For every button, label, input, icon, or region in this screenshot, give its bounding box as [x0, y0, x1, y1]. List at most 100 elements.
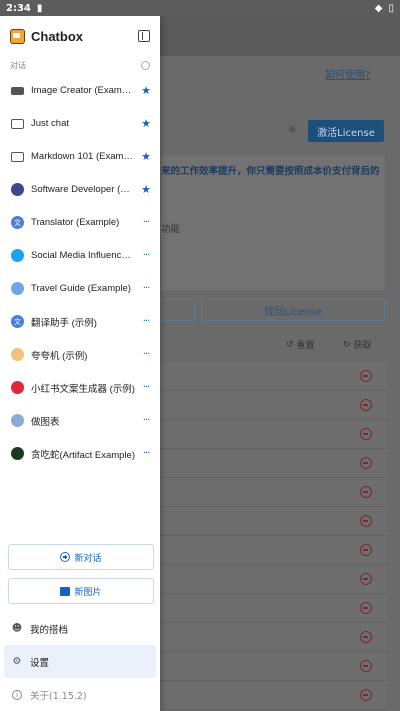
remove-icon: [360, 573, 372, 585]
conversation-label: Markdown 101 (Example): [31, 151, 136, 162]
menu-item-profile[interactable]: ☻ 我的搭档: [0, 612, 160, 645]
battery-icon: ▯: [388, 2, 394, 14]
more-options-icon[interactable]: ···: [140, 250, 152, 261]
more-options-icon[interactable]: ···: [140, 217, 152, 228]
fetch-label: 获取: [353, 341, 372, 351]
star-icon[interactable]: ★: [140, 84, 152, 97]
globe-icon: [11, 282, 24, 295]
image-icon: [60, 586, 71, 596]
remove-icon: [360, 457, 372, 469]
more-options-icon[interactable]: ···: [140, 349, 152, 360]
background-topbar: [160, 16, 400, 56]
background-row: [160, 420, 386, 449]
background-row: [160, 478, 386, 507]
conversation-label: 做图表: [31, 416, 60, 428]
activate-license-button: 激活License: [308, 120, 384, 142]
more-options-icon[interactable]: ···: [140, 316, 152, 327]
conversation-item[interactable]: 夸夸机 (示例) ···: [0, 338, 160, 371]
wifi-icon: ◆: [374, 2, 383, 14]
conversation-label: Image Creator (Example): [31, 85, 136, 96]
status-time: 2:34: [6, 2, 31, 14]
new-chat-label: 新对话: [74, 553, 102, 564]
conversation-item[interactable]: Markdown 101 (Example) ★: [0, 140, 160, 173]
conversation-item[interactable]: 文翻译助手 (示例) ···: [0, 305, 160, 338]
drawer-header: Chatbox: [0, 16, 160, 56]
remove-icon: [360, 602, 372, 614]
background-row: [160, 507, 386, 536]
chat-icon: [11, 118, 24, 129]
developer-avatar-icon: [11, 183, 24, 196]
clock-icon[interactable]: [141, 60, 150, 70]
remove-icon: [360, 689, 372, 701]
background-row: [160, 623, 386, 652]
background-row: [160, 362, 386, 391]
menu-item-settings[interactable]: ⚙ 设置: [4, 645, 156, 678]
remove-icon: [360, 399, 372, 411]
help-link: 如何使用?: [325, 70, 371, 81]
conversation-item[interactable]: Travel Guide (Example) ···: [0, 272, 160, 305]
section-label: 对话: [10, 60, 26, 70]
retrieve-license-button: 找回License: [201, 299, 385, 321]
status-bar: 2:34 ▮ ◆ ▯: [0, 0, 400, 16]
remove-icon: [360, 515, 372, 527]
remove-icon: [360, 370, 372, 382]
conversation-label: 小红书文案生成器 (示例): [31, 383, 135, 395]
background-row: [160, 681, 386, 710]
conversation-item[interactable]: 文 Translator (Example) ···: [0, 206, 160, 239]
app-title: Chatbox: [31, 28, 83, 44]
background-row: [160, 391, 386, 420]
chat-icon: [11, 151, 24, 162]
reset-label: 重置: [296, 341, 315, 351]
section-header: 对话: [0, 56, 160, 74]
conversation-label: Software Developer (Example): [31, 184, 136, 195]
conversation-item[interactable]: 做图表 ···: [0, 404, 160, 437]
notice-text: 来的工作效率提升，你只需要按照成本价支付背后的: [161, 166, 380, 177]
robot-icon: ☻: [11, 623, 23, 634]
conversation-item[interactable]: Image Creator (Example) ★: [0, 74, 160, 107]
more-options-icon[interactable]: ···: [140, 448, 152, 459]
translator-icon: 文: [11, 315, 24, 328]
collapse-sidebar-icon[interactable]: [138, 30, 150, 42]
conversation-label: Travel Guide (Example): [31, 283, 131, 294]
conversation-item[interactable]: Software Developer (Example) ★: [0, 173, 160, 206]
notice-text-2: 功能: [161, 224, 181, 235]
menu-profile-label: 我的搭档: [30, 624, 69, 636]
remove-icon: [360, 486, 372, 498]
conversation-label: 贪吃蛇(Artifact Example): [31, 449, 135, 461]
background-scrollbar: [386, 154, 400, 711]
star-icon[interactable]: ★: [140, 117, 152, 130]
star-icon[interactable]: ★: [140, 183, 152, 196]
chatbox-logo-icon: [10, 28, 25, 44]
background-row: [160, 565, 386, 594]
background-row: [160, 652, 386, 681]
remove-icon: [360, 631, 372, 643]
remove-icon: [360, 660, 372, 672]
new-chat-button[interactable]: 新对话: [8, 544, 154, 570]
more-options-icon[interactable]: ···: [140, 283, 152, 294]
background-row: [160, 594, 386, 623]
more-options-icon[interactable]: ···: [140, 415, 152, 426]
more-options-icon[interactable]: ···: [140, 382, 152, 393]
license-notice: 来的工作效率提升，你只需要按照成本价支付背后的 功能: [160, 154, 386, 292]
conversation-item[interactable]: 贪吃蛇(Artifact Example) ···: [0, 437, 160, 470]
background-content: 如何使用? ◉ 激活License 来的工作效率提升，你只需要按照成本价支付背后…: [160, 16, 400, 711]
eye-icon: ◉: [288, 124, 297, 135]
background-button: [160, 299, 195, 321]
sidebar-drawer: Chatbox 对话 Image Creator (Example) ★ Just …: [0, 16, 160, 711]
conversation-item[interactable]: 小红书文案生成器 (示例) ···: [0, 371, 160, 404]
remove-icon: [360, 544, 372, 556]
plus-circle-icon: [60, 552, 71, 562]
fetch-button: ↻ 获取: [343, 338, 372, 352]
reset-button: ↺ 重置: [286, 338, 315, 352]
star-icon[interactable]: ★: [140, 150, 152, 163]
conversation-label: Just chat: [31, 118, 70, 129]
menu-about-label: 关于(1.15.2): [30, 690, 87, 702]
menu-item-about[interactable]: i 关于(1.15.2): [0, 678, 160, 711]
conversation-label: 夸夸机 (示例): [31, 350, 88, 362]
new-image-button[interactable]: 新图片: [8, 578, 154, 604]
drawer-bottom: 新对话 新图片 ☻ 我的搭档 ⚙ 设置 i 关于(1.15.2): [0, 544, 160, 711]
conversation-item[interactable]: Just chat ★: [0, 107, 160, 140]
reset-icon: ↺: [286, 339, 294, 350]
conversation-item[interactable]: Social Media Influencer (Example) ···: [0, 239, 160, 272]
image-creator-icon: [11, 86, 24, 95]
